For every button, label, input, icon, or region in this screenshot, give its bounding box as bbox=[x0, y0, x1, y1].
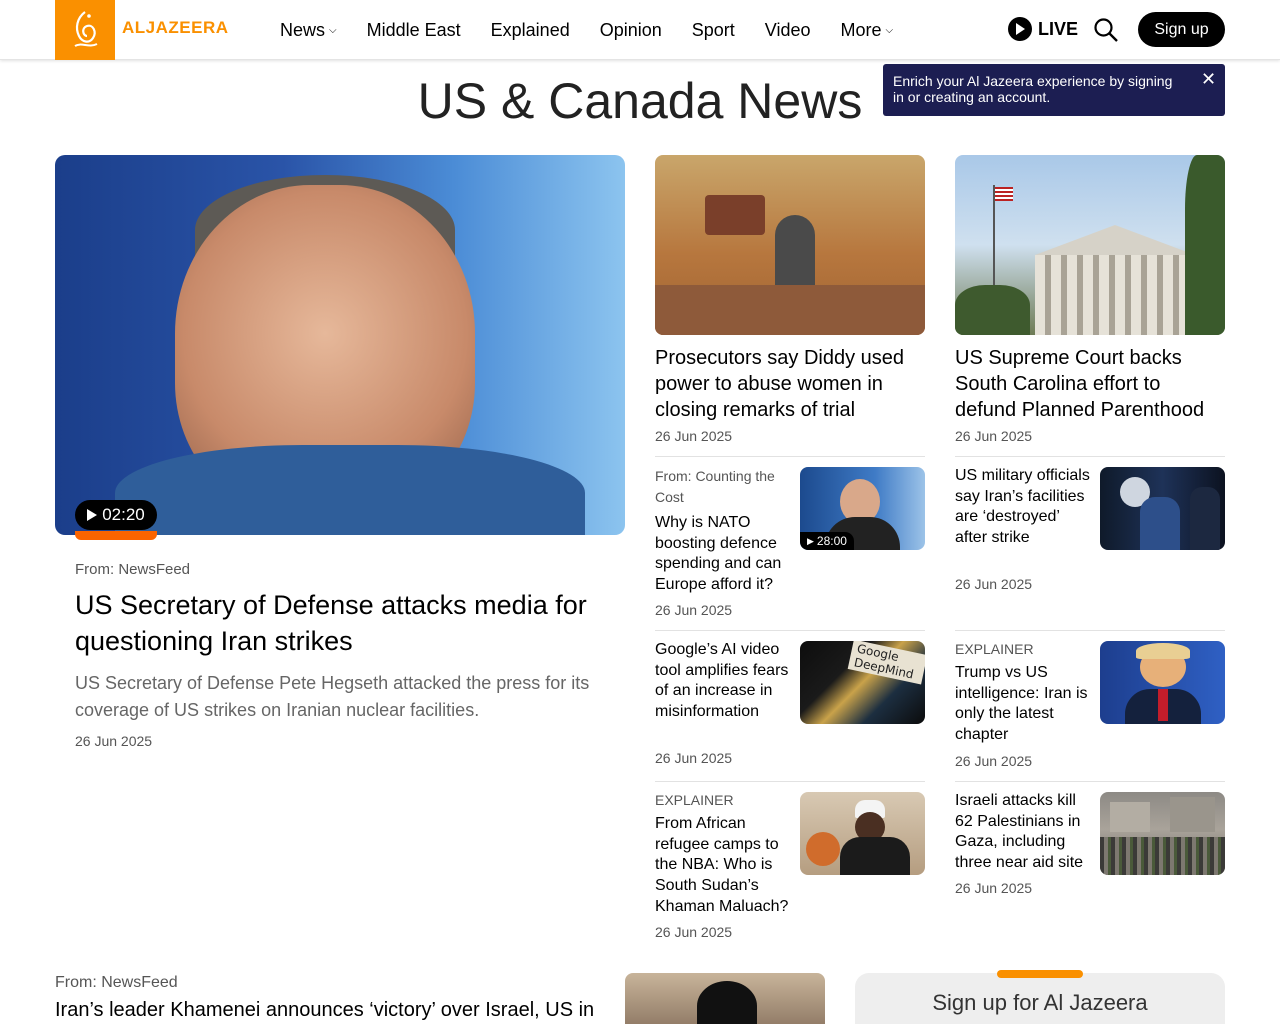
signup-button[interactable]: Sign up bbox=[1138, 12, 1225, 47]
story-headline[interactable]: Trump vs US intelligence: Iran is only t… bbox=[955, 663, 1090, 746]
nav-label: Video bbox=[764, 19, 811, 40]
story-headline[interactable]: US military officials say Iran’s facilit… bbox=[955, 466, 1090, 549]
chevron-down-icon: ⌵ bbox=[329, 24, 337, 36]
story-date: 26 Jun 2025 bbox=[955, 428, 1033, 444]
story-headline[interactable]: Why is NATO boosting defence spending an… bbox=[655, 513, 795, 596]
story-headline[interactable]: US Supreme Court backs South Carolina ef… bbox=[955, 345, 1225, 423]
nav-item-explained[interactable]: Explained bbox=[491, 20, 570, 41]
play-icon bbox=[87, 509, 98, 521]
logo-wordmark[interactable]: ALJAZEERA bbox=[122, 18, 229, 38]
story-headline[interactable]: Prosecutors say Diddy used power to abus… bbox=[655, 345, 925, 423]
nav-label: More bbox=[840, 19, 882, 40]
video-duration-badge[interactable]: ▶ 28:00 bbox=[800, 532, 854, 550]
hero-source: From: NewsFeed bbox=[75, 561, 191, 578]
story-headline[interactable]: Google’s AI video tool amplifies fears o… bbox=[655, 640, 795, 723]
play-circle-icon bbox=[1008, 17, 1032, 41]
story-date: 26 Jun 2025 bbox=[655, 924, 733, 940]
nav-item-news[interactable]: News ⌵ bbox=[280, 20, 337, 41]
hero-summary: US Secretary of Defense Pete Hegseth att… bbox=[75, 673, 590, 720]
video-duration: 28:00 bbox=[816, 534, 847, 548]
gaza-thumbnail[interactable] bbox=[1100, 792, 1225, 875]
supreme-court-image[interactable] bbox=[955, 155, 1225, 335]
story-headline[interactable]: From African refugee camps to the NBA: W… bbox=[655, 814, 795, 918]
main-nav: News ⌵ Middle East Explained Opinion Spor… bbox=[280, 0, 923, 60]
video-duration-badge[interactable]: 02:20 bbox=[75, 500, 157, 530]
story-kicker: EXPLAINER bbox=[955, 641, 1034, 657]
aljazeera-logo-icon[interactable] bbox=[55, 0, 115, 60]
story-source: From: NewsFeed bbox=[55, 974, 178, 991]
nav-item-middle-east[interactable]: Middle East bbox=[367, 20, 461, 41]
story-date: 26 Jun 2025 bbox=[655, 602, 733, 618]
divider bbox=[655, 456, 925, 457]
nav-label: Opinion bbox=[599, 19, 662, 40]
story-date: 26 Jun 2025 bbox=[955, 880, 1033, 896]
khamenei-image[interactable] bbox=[625, 973, 825, 1024]
pentagon-briefing-thumbnail[interactable] bbox=[1100, 467, 1225, 550]
divider bbox=[955, 630, 1225, 631]
hero-image-detail bbox=[115, 445, 585, 535]
hero-date: 26 Jun 2025 bbox=[75, 733, 153, 749]
chevron-down-icon: ⌵ bbox=[885, 24, 894, 36]
khaman-maluach-thumbnail[interactable] bbox=[800, 792, 925, 875]
nato-thumbnail[interactable]: ▶ 28:00 bbox=[800, 467, 925, 550]
story-date: 26 Jun 2025 bbox=[655, 750, 733, 766]
divider bbox=[655, 630, 925, 631]
story-headline[interactable]: Iran’s leader Khamenei announces ‘victor… bbox=[55, 999, 594, 1022]
divider bbox=[655, 781, 925, 782]
close-icon[interactable]: ✕ bbox=[1201, 70, 1216, 88]
live-button[interactable]: LIVE bbox=[1008, 17, 1078, 41]
google-deepmind-thumbnail[interactable]: Google DeepMind bbox=[800, 641, 925, 724]
hero-headline[interactable]: US Secretary of Defense attacks media fo… bbox=[75, 587, 615, 659]
nav-item-opinion[interactable]: Opinion bbox=[600, 20, 662, 41]
signup-panel-title: Sign up for Al Jazeera bbox=[932, 990, 1148, 1015]
signin-tooltip: Enrich your Al Jazeera experience by sig… bbox=[883, 64, 1225, 116]
diddy-trial-sketch-image[interactable] bbox=[655, 155, 925, 335]
play-icon: ▶ bbox=[807, 535, 814, 546]
story-source: From: Counting the Cost bbox=[655, 468, 775, 505]
divider bbox=[955, 456, 1225, 457]
khamenei-image-detail bbox=[697, 981, 757, 1024]
nav-label: Explained bbox=[490, 19, 570, 40]
nav-item-video[interactable]: Video bbox=[765, 20, 811, 41]
site-header: ALJAZEERA News ⌵ Middle East Explained Op… bbox=[0, 0, 1280, 60]
hero-image[interactable] bbox=[55, 155, 625, 535]
nav-label: Sport bbox=[691, 19, 735, 40]
story-headline[interactable]: Israeli attacks kill 62 Palestinians in … bbox=[955, 791, 1090, 874]
story-kicker: EXPLAINER bbox=[655, 792, 734, 808]
video-accent-bar bbox=[75, 531, 157, 540]
nav-label: Middle East bbox=[366, 19, 461, 40]
story-date: 26 Jun 2025 bbox=[955, 753, 1033, 769]
search-icon[interactable] bbox=[1093, 17, 1119, 43]
signup-accent-bar bbox=[997, 970, 1083, 978]
trump-thumbnail[interactable] bbox=[1100, 641, 1225, 724]
divider bbox=[955, 781, 1225, 782]
video-duration: 02:20 bbox=[102, 505, 145, 524]
nav-item-more[interactable]: More ⌵ bbox=[841, 20, 894, 41]
story-date: 26 Jun 2025 bbox=[655, 428, 733, 444]
live-label: LIVE bbox=[1038, 18, 1079, 39]
nav-item-sport[interactable]: Sport bbox=[692, 20, 735, 41]
nav-label: News bbox=[280, 19, 326, 40]
story-date: 26 Jun 2025 bbox=[955, 576, 1033, 592]
tooltip-text: Enrich your Al Jazeera experience by sig… bbox=[893, 73, 1173, 105]
